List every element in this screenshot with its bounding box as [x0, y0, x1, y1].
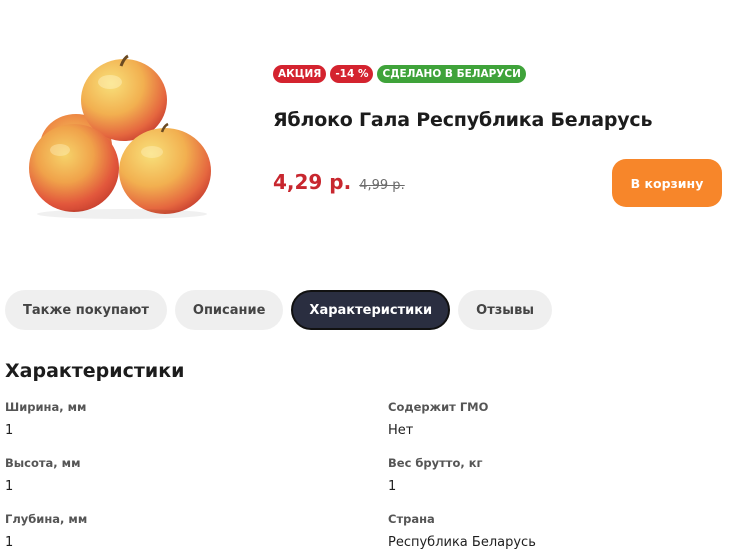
- apples-image: [29, 54, 211, 219]
- discount-badge: -14 %: [330, 65, 374, 83]
- sale-badge: АКЦИЯ: [273, 65, 327, 83]
- tab-also-bought[interactable]: Также покупают: [5, 290, 167, 330]
- tab-characteristics[interactable]: Характеристики: [291, 290, 451, 330]
- spec-height: Высота, мм 1: [5, 456, 345, 494]
- tab-reviews[interactable]: Отзывы: [458, 290, 553, 330]
- spec-gmo: Содержит ГМО Нет: [388, 400, 728, 438]
- product-tabs: Также покупают Описание Характеристики О…: [5, 290, 553, 330]
- price-row: 4,29 р. 4,99 р.: [273, 170, 405, 194]
- spec-depth: Глубина, мм 1: [5, 512, 345, 550]
- made-in-belarus-badge: СДЕЛАНО В БЕЛАРУСИ: [377, 65, 526, 83]
- spec-gross-weight: Вес брутто, кг 1: [388, 456, 728, 494]
- spec-value: 1: [5, 423, 14, 438]
- spec-value: 1: [5, 535, 14, 550]
- spec-label: Содержит ГМО: [388, 400, 489, 414]
- spec-label: Ширина, мм: [5, 400, 87, 414]
- current-price: 4,29 р.: [273, 170, 352, 194]
- product-image[interactable]: [22, 52, 218, 222]
- tab-description[interactable]: Описание: [174, 290, 284, 330]
- spec-label: Высота, мм: [5, 456, 81, 470]
- spec-country: Страна Республика Беларусь: [388, 512, 728, 550]
- spec-width: Ширина, мм 1: [5, 400, 345, 438]
- spec-value: Нет: [388, 423, 414, 438]
- product-title: Яблоко Гала Республика Беларусь: [273, 109, 653, 131]
- spec-value: 1: [388, 479, 397, 494]
- characteristics-title: Характеристики: [5, 360, 185, 382]
- add-to-cart-button[interactable]: В корзину: [612, 159, 722, 207]
- spec-label: Страна: [388, 512, 435, 526]
- spec-value: Республика Беларусь: [388, 535, 536, 550]
- spec-label: Глубина, мм: [5, 512, 88, 526]
- spec-label: Вес брутто, кг: [388, 456, 483, 470]
- old-price: 4,99 р.: [359, 178, 405, 193]
- spec-value: 1: [5, 479, 14, 494]
- product-badges: АКЦИЯ -14 % СДЕЛАНО В БЕЛАРУСИ: [273, 65, 526, 83]
